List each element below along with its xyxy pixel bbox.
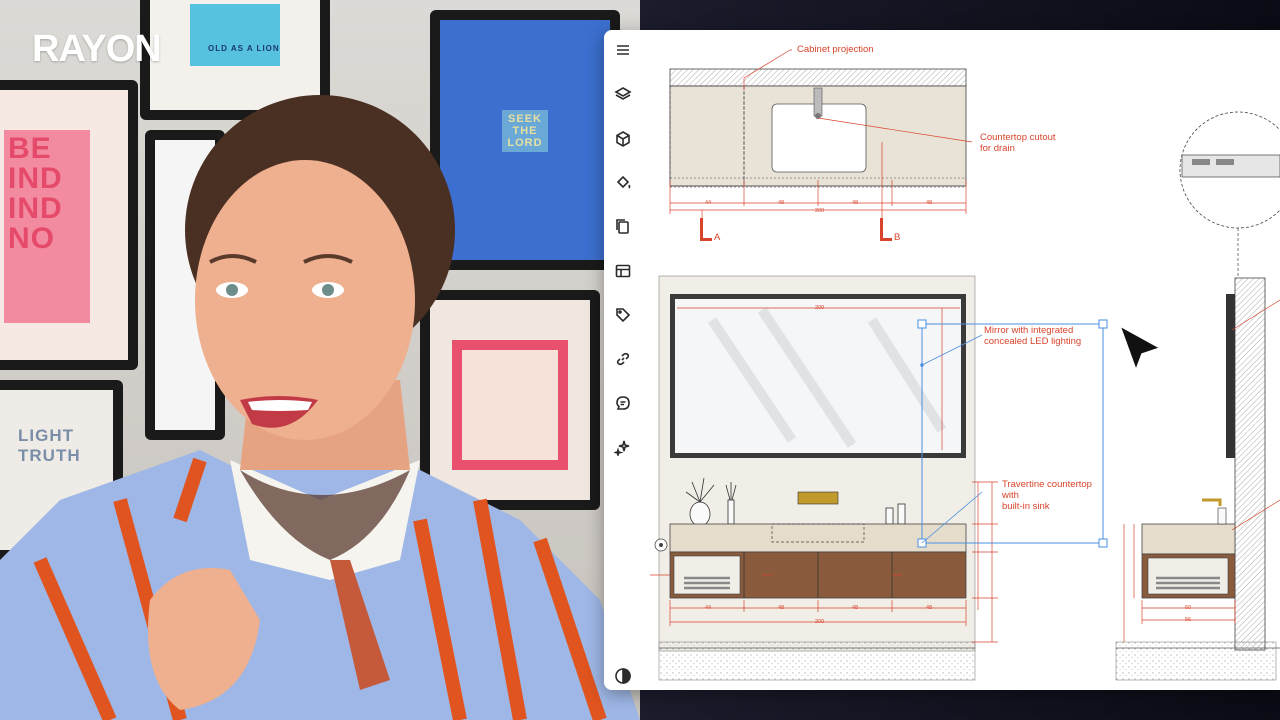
dimension-label: 48	[778, 605, 785, 611]
label-section-a: A	[714, 232, 721, 243]
detail-callout	[1179, 111, 1280, 278]
menu-button[interactable]	[611, 38, 635, 62]
pages-button[interactable]	[611, 215, 635, 239]
brand-logo: RAYON	[32, 28, 162, 70]
contrast-icon	[615, 668, 631, 684]
table-icon	[615, 264, 631, 278]
comment-button[interactable]	[611, 391, 635, 415]
dimension-label: 200	[815, 619, 825, 625]
dimension-label: 48	[778, 200, 785, 206]
dimension-label: 60	[1185, 605, 1192, 611]
label-mirror: Mirror with integrated concealed LED lig…	[984, 325, 1081, 347]
tag-icon	[616, 308, 631, 323]
design-app-window: Cabinet projection Countertop cutout for…	[604, 30, 1280, 690]
dimension-label: 44	[705, 200, 712, 206]
label-line: with	[1002, 490, 1019, 501]
dimension-label: 200	[815, 208, 825, 214]
label-line: Mirror with integrated	[984, 325, 1074, 336]
sparkle-icon	[614, 440, 630, 456]
left-toolbar	[604, 30, 643, 690]
label-line: Countertop cutout	[980, 132, 1056, 143]
pointer-cursor-icon	[1118, 324, 1162, 373]
technical-drawing	[650, 49, 1280, 681]
link-button[interactable]	[611, 347, 635, 371]
dimension-label: 44	[705, 605, 712, 611]
fill-button[interactable]	[611, 171, 635, 195]
label-travertine: Travertine countertop with built-in sink	[1002, 479, 1092, 512]
label-cabinet-projection: Cabinet projection	[797, 44, 874, 55]
layers-icon	[614, 87, 632, 100]
tag-button[interactable]	[611, 303, 635, 327]
dimension-label: 56	[1185, 617, 1192, 623]
video-feed: BE IND IND NO OLD AS A LION SEEK THE LOR…	[0, 0, 640, 720]
table-button[interactable]	[611, 259, 635, 283]
dimension-label: 200	[815, 305, 825, 311]
objects-button[interactable]	[611, 127, 635, 151]
label-line: Travertine countertop	[1002, 479, 1092, 490]
label-countertop-cutout: Countertop cutout for drain	[980, 132, 1056, 154]
dimension-label: 48	[852, 200, 859, 206]
presenter	[0, 95, 640, 720]
paint-bucket-icon	[616, 175, 631, 189]
ai-button[interactable]	[611, 435, 635, 459]
label-section-b: B	[894, 232, 901, 243]
label-line: built-in sink	[1002, 501, 1050, 512]
layers-button[interactable]	[611, 82, 635, 106]
label-line: for drain	[980, 143, 1015, 154]
drawing-canvas[interactable]: Cabinet projection Countertop cutout for…	[642, 30, 1280, 690]
pages-icon	[616, 219, 629, 234]
menu-icon	[617, 45, 629, 55]
dimension-label: 48	[926, 605, 933, 611]
dimension-label: 48	[926, 200, 933, 206]
link-icon	[616, 352, 630, 366]
theme-toggle[interactable]	[611, 664, 635, 688]
dimension-label: 48	[852, 605, 859, 611]
cube-icon	[616, 131, 630, 147]
label-line: concealed LED lighting	[984, 336, 1082, 347]
comment-icon	[616, 396, 630, 410]
